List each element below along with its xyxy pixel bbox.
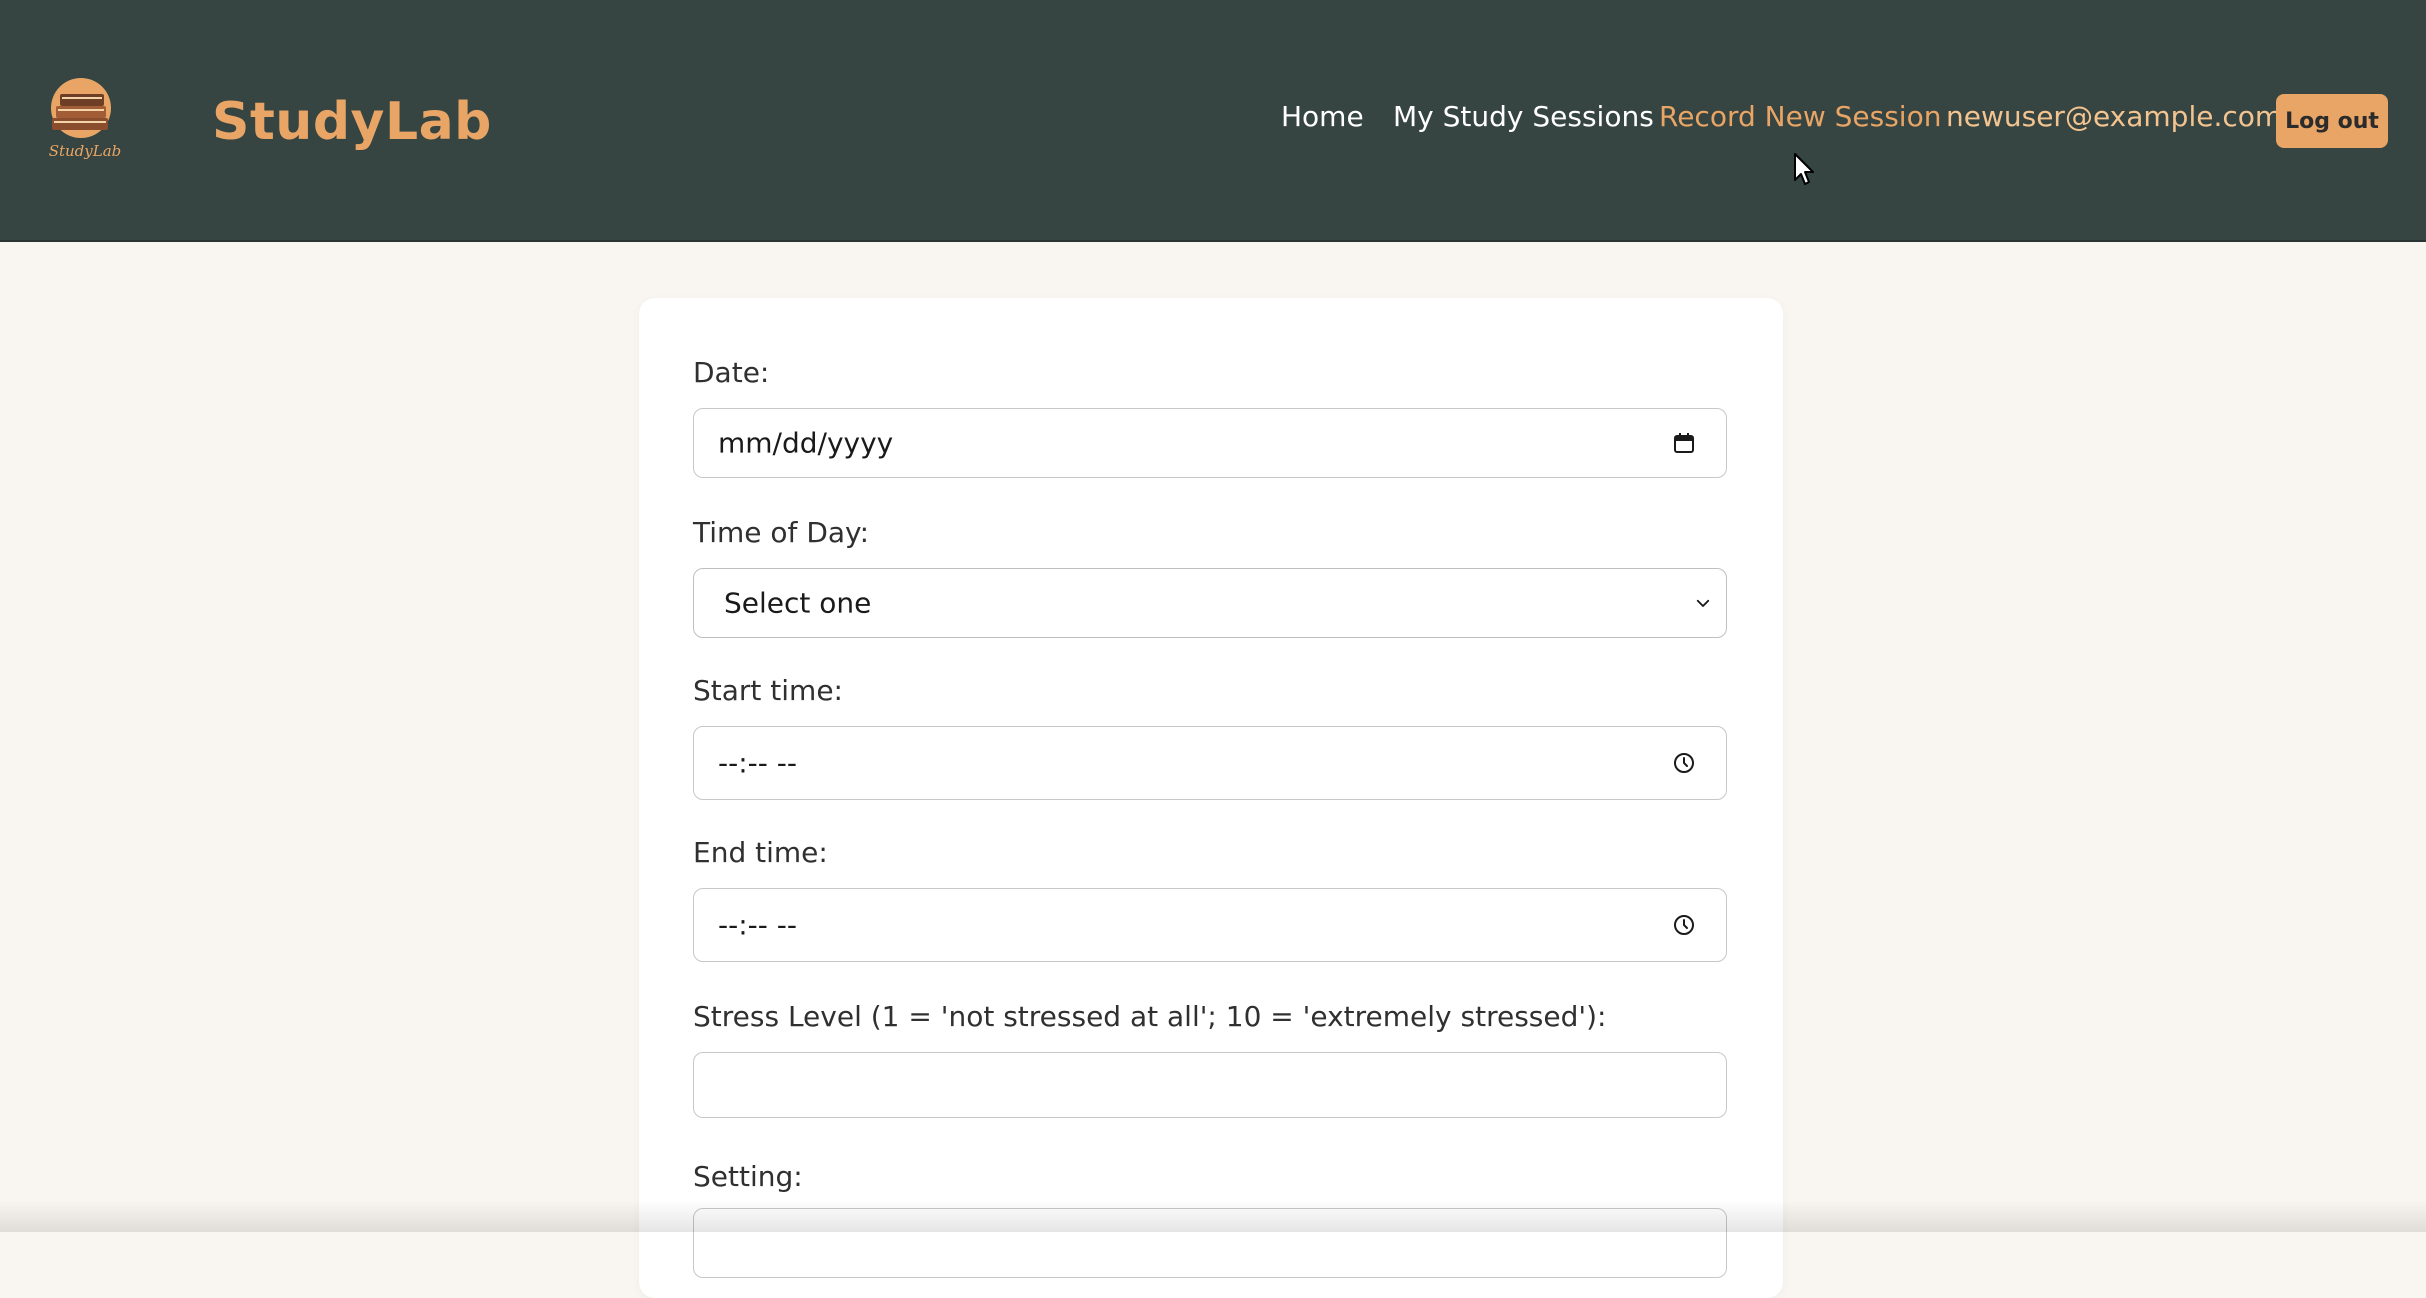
date-input[interactable]: mm/dd/yyyy [693, 408, 1727, 478]
record-session-form: Date: mm/dd/yyyy Time of Day: Select one… [639, 298, 1783, 1298]
clock-icon[interactable] [1672, 913, 1696, 937]
navbar: StudyLab StudyLab Home My Study Sessions… [0, 0, 2426, 242]
time-of-day-selected-value: Select one [724, 586, 872, 620]
start-time-placeholder: --:-- -- [718, 746, 797, 780]
end-time-input[interactable]: --:-- -- [693, 888, 1727, 962]
logout-button[interactable]: Log out [2276, 94, 2388, 148]
nav-my-study-sessions-link[interactable]: My Study Sessions [1393, 100, 1654, 133]
nav-record-new-session-link[interactable]: Record New Session [1659, 100, 1941, 133]
end-time-placeholder: --:-- -- [718, 908, 797, 942]
stress-level-label: Stress Level (1 = 'not stressed at all';… [693, 1000, 1607, 1033]
time-of-day-select[interactable]: Select one [693, 568, 1727, 638]
date-placeholder: mm/dd/yyyy [718, 426, 894, 460]
chevron-down-icon [1696, 599, 1710, 607]
setting-label: Setting: [693, 1160, 803, 1193]
end-time-label: End time: [693, 836, 828, 869]
calendar-icon[interactable] [1672, 431, 1696, 455]
bottom-scroll-shadow [0, 1200, 2426, 1232]
stress-level-input[interactable] [693, 1052, 1727, 1118]
clock-icon[interactable] [1672, 751, 1696, 775]
start-time-label: Start time: [693, 674, 843, 707]
nav-home-link[interactable]: Home [1281, 100, 1364, 133]
mouse-cursor-icon [1794, 153, 1814, 185]
nav-user-email-link[interactable]: newuser@example.com [1946, 100, 2282, 133]
start-time-input[interactable]: --:-- -- [693, 726, 1727, 800]
time-of-day-label: Time of Day: [693, 516, 869, 549]
date-label: Date: [693, 356, 770, 389]
nav-links: Home My Study Sessions Record New Sessio… [0, 94, 2426, 154]
